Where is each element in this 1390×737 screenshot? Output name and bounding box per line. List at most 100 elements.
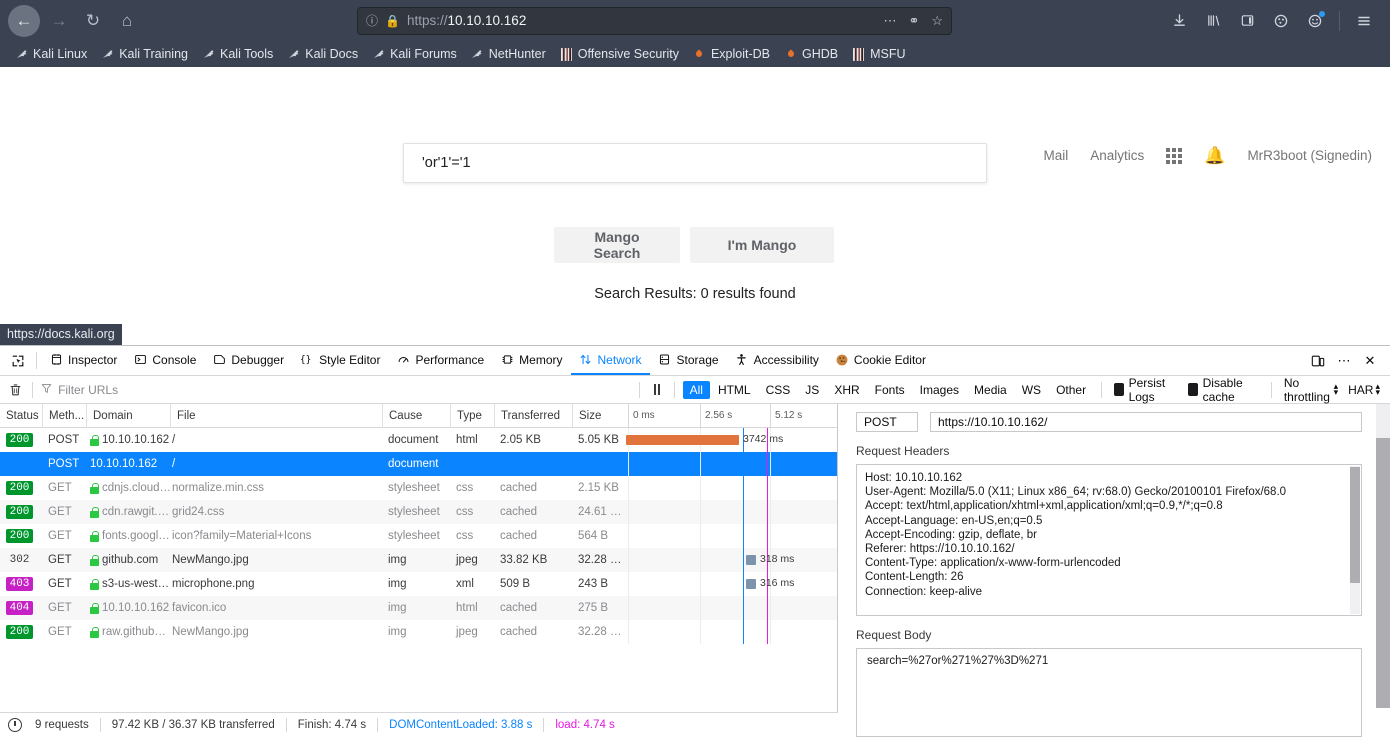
table-row[interactable]: 302 GET github.com NewMango.jpg img jpeg 33.82… <box>0 548 837 572</box>
filter-chip-html[interactable]: HTML <box>711 381 758 399</box>
sidebar-icon[interactable] <box>1233 7 1261 35</box>
tab-inspector[interactable]: Inspector <box>41 346 125 375</box>
table-row[interactable]: 200 GET cdnjs.cloud… normalize.min.css style… <box>0 476 837 500</box>
cell-domain: cdn.rawgit.… <box>86 500 170 524</box>
tab-style-editor[interactable]: {} Style Editor <box>292 346 388 375</box>
tab-network[interactable]: Network <box>570 346 650 375</box>
tabbar-divider <box>36 352 37 369</box>
bookmark-exploit-db[interactable]: Exploit-DB <box>686 45 777 63</box>
request-url[interactable]: https://10.10.10.162/ <box>930 412 1362 432</box>
persist-logs-box[interactable] <box>1113 383 1124 396</box>
insecure-lock-warning-icon[interactable]: 🔒 <box>385 14 400 28</box>
col-domain[interactable]: Domain <box>86 403 170 428</box>
tab-debugger[interactable]: Debugger <box>204 346 292 375</box>
tab-accessibility[interactable]: Accessibility <box>727 346 827 375</box>
search-input[interactable] <box>420 154 970 172</box>
detail-scrollbar-track[interactable] <box>1376 404 1390 438</box>
tab-performance[interactable]: Performance <box>388 346 492 375</box>
devtools-menu-icon[interactable]: ⋯ <box>1332 349 1356 373</box>
status-badge: 200 <box>6 433 33 447</box>
mango-search-button[interactable]: Mango Search <box>554 227 680 263</box>
secure-lock-icon <box>90 506 99 518</box>
col-size[interactable]: Size <box>572 403 624 428</box>
filter-chip-css[interactable]: CSS <box>759 381 798 399</box>
home-button[interactable]: ⌂ <box>112 6 142 36</box>
col-file[interactable]: File <box>170 403 382 428</box>
cell-domain: 10.10.10.162 <box>86 428 170 452</box>
filter-chip-js[interactable]: JS <box>798 381 826 399</box>
tab-console[interactable]: Console <box>125 346 204 375</box>
bookmark-kali-training[interactable]: Kali Training <box>94 45 195 63</box>
col-transferred[interactable]: Transferred <box>494 403 572 428</box>
table-row[interactable]: 403 GET s3-us-west… microphone.png img xml 509… <box>0 572 837 596</box>
account-icon[interactable] <box>1301 7 1329 35</box>
detail-scrollbar-thumb[interactable] <box>1376 438 1390 708</box>
col-method[interactable]: Meth... <box>42 403 86 428</box>
pause-icon[interactable] <box>648 384 666 395</box>
bookmark-kali-tools[interactable]: Kali Tools <box>195 45 280 63</box>
col-type[interactable]: Type <box>450 403 494 428</box>
back-button[interactable]: ← <box>8 4 40 37</box>
responsive-design-mode-icon[interactable] <box>1306 349 1330 373</box>
table-row[interactable]: 200 GET cdn.rawgit.… grid24.css stylesheet cs… <box>0 500 837 524</box>
col-cause[interactable]: Cause <box>382 403 450 428</box>
downloads-icon[interactable] <box>1165 7 1193 35</box>
cell-type: css <box>456 482 474 494</box>
trash-icon[interactable] <box>6 383 24 397</box>
col-status[interactable]: Status <box>0 404 42 428</box>
containers-icon[interactable] <box>1267 7 1295 35</box>
close-devtools-icon[interactable]: ✕ <box>1358 349 1382 373</box>
menu-icon[interactable] <box>1350 7 1378 35</box>
notification-bell-icon[interactable]: 🔔 <box>1204 147 1225 164</box>
filter-chip-all[interactable]: All <box>682 380 710 399</box>
request-headers-box[interactable]: Host: 10.10.10.162 User-Agent: Mozilla/5… <box>856 464 1362 616</box>
request-body-text[interactable]: search=%27or%271%27%3D%271 <box>856 648 1362 737</box>
filter-urls-input[interactable]: Filter URLs <box>41 383 631 397</box>
forward-button[interactable]: → <box>44 6 74 36</box>
table-row[interactable]: 200 GET raw.github… NewMango.jpg img jpeg cach… <box>0 620 837 644</box>
table-row[interactable]: POST 10.10.10.162 / document <box>0 452 837 476</box>
url-bar[interactable]: ⓘ 🔒 https://10.10.10.162 ⋯ ⚭ ☆ <box>357 6 952 35</box>
filter-chip-other[interactable]: Other <box>1049 381 1093 399</box>
bookmark-kali-forums[interactable]: Kali Forums <box>365 45 464 63</box>
cell-type: html <box>456 434 478 446</box>
ellipsis-icon[interactable]: ⋯ <box>883 13 896 29</box>
nav-link-analytics[interactable]: Analytics <box>1090 148 1144 163</box>
library-icon[interactable] <box>1199 7 1227 35</box>
filter-chip-xhr[interactable]: XHR <box>827 381 866 399</box>
user-label[interactable]: MrR3boot (Signedin) <box>1247 148 1372 163</box>
har-select[interactable]: HAR ▴ ▾ <box>1344 382 1384 397</box>
tab-storage[interactable]: Storage <box>650 346 727 375</box>
im-mango-button[interactable]: I'm Mango <box>690 227 834 263</box>
filter-chip-ws[interactable]: WS <box>1015 381 1048 399</box>
bookmark-ghdb[interactable]: GHDB <box>777 45 845 63</box>
table-row[interactable]: 200 GET fonts.googl… icon?family=Material+I… <box>0 524 837 548</box>
throttling-select[interactable]: No throttling ▴ ▾ <box>1280 376 1342 404</box>
reload-button[interactable]: ↻ <box>78 6 108 36</box>
request-method: POST <box>856 412 918 432</box>
star-icon[interactable]: ☆ <box>931 13 943 29</box>
filter-chip-images[interactable]: Images <box>913 381 966 399</box>
search-box[interactable] <box>403 143 987 183</box>
tab-memory[interactable]: Memory <box>492 346 570 375</box>
bookmark-label: NetHunter <box>488 47 546 61</box>
disable-cache-checkbox[interactable]: Disable cache <box>1184 376 1263 404</box>
bookmark-kali-docs[interactable]: Kali Docs <box>280 45 365 63</box>
bookmark-nethunter[interactable]: NetHunter <box>464 45 553 63</box>
bookmark-kali-linux[interactable]: Kali Linux <box>8 45 94 63</box>
filter-chip-media[interactable]: Media <box>967 381 1014 399</box>
bookmark-offensive-security[interactable]: Offensive Security <box>553 45 686 63</box>
nav-link-mail[interactable]: Mail <box>1043 148 1068 163</box>
bookmark-msfu[interactable]: MSFU <box>845 45 912 63</box>
headers-scrollbar-thumb[interactable] <box>1350 467 1360 583</box>
pocket-icon[interactable]: ⚭ <box>908 13 919 29</box>
page-info-icon[interactable]: ⓘ <box>366 15 378 27</box>
disable-cache-box[interactable] <box>1187 383 1198 396</box>
element-picker-icon[interactable] <box>4 346 32 375</box>
filter-chip-fonts[interactable]: Fonts <box>868 381 912 399</box>
table-row[interactable]: 200 POST 10.10.10.162/ document html 2.05 KB 5… <box>0 428 837 452</box>
tab-cookie-editor[interactable]: Cookie Editor <box>827 346 934 375</box>
persist-logs-checkbox[interactable]: Persist Logs <box>1110 376 1182 404</box>
table-row[interactable]: 404 GET 10.10.10.162 favicon.ico img html cach… <box>0 596 837 620</box>
apps-grid-icon[interactable] <box>1166 147 1183 164</box>
